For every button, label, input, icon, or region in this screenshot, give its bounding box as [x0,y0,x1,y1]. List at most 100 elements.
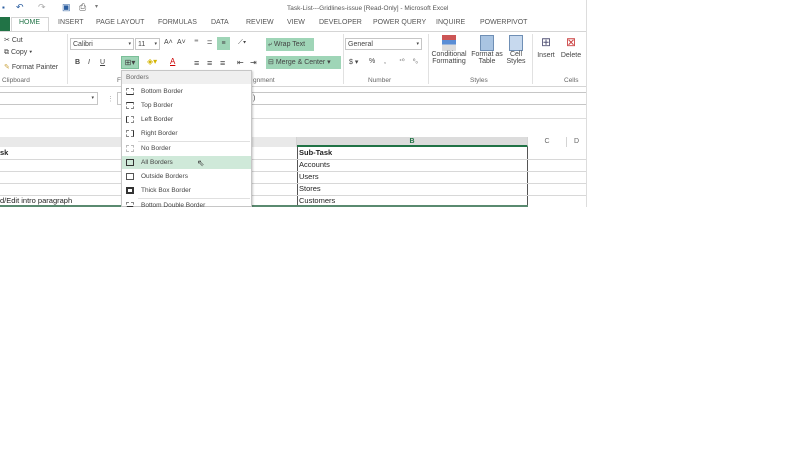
menu-item-bottom-double-border[interactable]: Bottom Double Border [122,199,251,207]
bottom-double-border-icon [126,202,134,207]
decrease-decimal-icon[interactable]: ⁰₀ [413,58,418,65]
font-name-select[interactable]: Calibri ▾ [70,38,134,50]
menu-item-all-borders[interactable]: All Borders ⇖ [122,156,251,169]
number-format-select[interactable]: General ▾ [345,38,422,50]
table-icon [480,35,494,51]
tab-page-layout[interactable]: PAGE LAYOUT [96,19,144,26]
redo-icon[interactable]: ↷ [38,2,46,13]
cut-button[interactable]: ✂ Cut [4,36,23,44]
currency-button[interactable]: $ ▾ [349,58,358,66]
menu-item-bottom-border[interactable]: Bottom Border [122,85,251,98]
save-icon[interactable]: ▪ [2,3,5,12]
bottom-align-icon[interactable]: ≡ [217,37,230,50]
align-left-icon[interactable]: ≡ [194,58,199,68]
tab-data[interactable]: DATA [211,19,229,26]
cell-b3[interactable]: Users [297,171,319,183]
menu-item-no-border[interactable]: No Border [122,142,251,155]
scissors-icon: ✂ [4,37,10,44]
cell-styles-button[interactable]: Cell Styles [503,35,529,65]
fill-color-icon[interactable]: ◈▾ [147,57,157,66]
clipboard-group-label: Clipboard [2,77,30,84]
tab-insert[interactable]: INSERT [58,19,84,26]
merge-center-button[interactable]: ⊟ Merge & Center ▾ [266,56,341,69]
all-borders-icon [126,159,134,166]
delete-cells-button[interactable]: ⊠ Delete [559,35,583,59]
print-preview-icon[interactable]: ⎙ [79,2,86,13]
alignment-group-label: gnment [253,77,275,84]
decrease-indent-icon[interactable]: ⇤ [237,58,244,67]
column-header-b[interactable]: B [297,137,528,147]
tab-review[interactable]: REVIEW [246,19,274,26]
insert-cells-icon: ⊞ [540,35,552,49]
tab-home-label[interactable]: HOME [19,19,40,26]
bottom-border-icon [126,88,134,95]
qat-dropdown-icon[interactable]: ▾ [95,3,98,10]
borders-button[interactable]: ⊞▾ [121,56,139,69]
increase-decimal-icon[interactable]: ⁺⁰ [399,58,405,65]
name-box[interactable]: ▾ [0,92,98,105]
title-bar: ▪ ↶ ↷ ▣ ⎙ ▾ Task-List---Gridlines-issue … [0,0,586,17]
right-border-icon [126,130,134,137]
bold-button[interactable]: B [75,59,80,66]
column-header-c[interactable]: C [528,137,567,147]
align-right-icon[interactable]: ≡ [220,58,225,68]
format-as-table-button[interactable]: Format as Table [470,35,504,65]
tab-view[interactable]: VIEW [287,19,305,26]
top-border-icon [126,102,134,109]
orientation-icon[interactable]: ⟋▾ [238,39,246,47]
row-line [0,195,586,196]
copy-button[interactable]: ⧉ Copy ▾ [4,49,32,57]
menu-item-thick-box-border[interactable]: Thick Box Border [122,184,251,197]
format-painter-button[interactable]: ✎ Format Painter [4,63,58,71]
left-border-icon [126,116,134,123]
borders-menu-header: Borders [122,71,251,84]
menu-item-top-border[interactable]: Top Border [122,99,251,112]
cell-b2[interactable]: Accounts [297,159,330,171]
decrease-font-icon[interactable]: A˅ [177,39,186,46]
increase-font-icon[interactable]: A˄ [164,39,173,46]
column-header-d[interactable]: D [567,137,586,147]
menu-item-left-border[interactable]: Left Border [122,113,251,126]
comma-button[interactable]: , [384,58,386,65]
cell-b1[interactable]: Sub-Task [297,147,332,159]
font-color-icon[interactable]: A [170,57,175,66]
cell-a1[interactable]: sk [0,147,8,159]
cells-group-label: Cells [564,77,579,84]
top-align-icon[interactable]: ⁼ [194,37,199,48]
row-line [0,205,528,207]
styles-group-label: Styles [470,77,488,84]
delete-cells-icon: ⊠ [565,35,577,49]
tab-inquire[interactable]: INQUIRE [436,19,465,26]
italic-button[interactable]: I [88,59,90,66]
row-line [0,171,586,172]
align-center-icon[interactable]: ≡ [207,58,212,68]
undo-icon[interactable]: ↶ [16,2,24,13]
underline-button[interactable]: U [100,59,105,66]
increase-indent-icon[interactable]: ⇥ [250,58,257,67]
font-size-select[interactable]: 11 ▾ [135,38,160,50]
tab-powerpivot[interactable]: POWERPIVOT [480,19,527,26]
tab-formulas[interactable]: FORMULAS [158,19,197,26]
middle-align-icon[interactable]: = [207,37,212,47]
divider [532,34,533,84]
wrap-text-button[interactable]: ⤶ Wrap Text [266,38,314,51]
menu-item-outside-borders[interactable]: Outside Borders [122,170,251,183]
conditional-formatting-icon [442,35,456,51]
menu-item-right-border[interactable]: Right Border [122,127,251,140]
cell-b4[interactable]: Stores [297,183,321,195]
cell-styles-icon [509,35,523,51]
cell-a5[interactable]: d/Edit intro paragraph [0,195,72,207]
file-tab[interactable] [0,17,10,31]
outside-borders-icon [126,173,134,180]
percent-button[interactable]: % [369,58,375,65]
brush-icon: ✎ [4,64,10,71]
formula-bar-separator: ⋮ [107,96,114,103]
cell-b5[interactable]: Customers [297,195,335,207]
conditional-formatting-button[interactable]: Conditional Formatting [429,35,469,65]
excel-window: ▪ ↶ ↷ ▣ ⎙ ▾ Task-List---Gridlines-issue … [0,0,587,207]
save-as-icon[interactable]: ▣ [62,2,71,13]
insert-cells-button[interactable]: ⊞ Insert [535,35,557,59]
tab-developer[interactable]: DEVELOPER [319,19,362,26]
tab-power-query[interactable]: POWER QUERY [373,19,426,26]
copy-icon: ⧉ [4,49,9,56]
